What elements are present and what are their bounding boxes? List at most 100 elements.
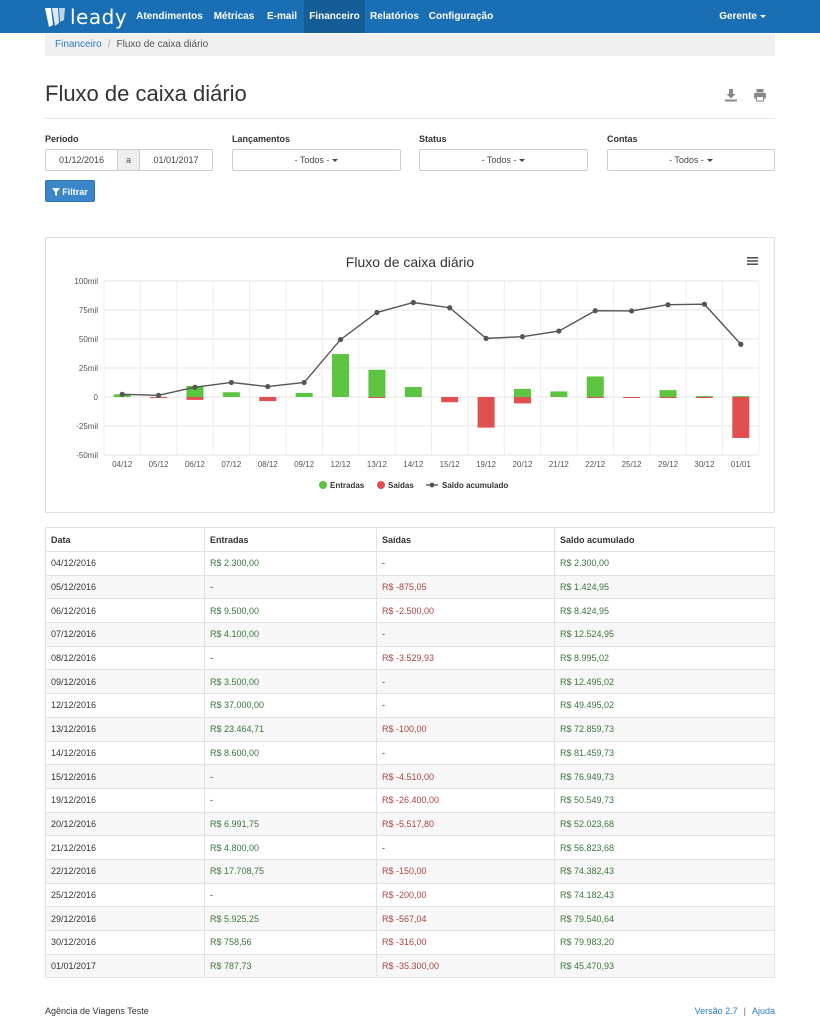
y-tick-label: 100mil — [74, 277, 98, 286]
footer-separator: | — [743, 1006, 746, 1016]
table-row: 20/12/2016 R$ 6.991,75 R$ -5.517,80 R$ 52.0… — [45, 811, 775, 837]
nav-configuracao[interactable]: Configuração — [424, 0, 498, 33]
x-tick-label: 13/12 — [367, 460, 388, 469]
cell-saidas: R$ -5.517,80 — [376, 811, 555, 837]
breadcrumb: Financeiro / Fluxo de caixa diário — [45, 34, 775, 56]
cell-saldo: R$ 49.495,02 — [554, 693, 775, 718]
cell-saldo: R$ 8.995,02 — [554, 645, 775, 671]
footer-help[interactable]: Ajuda — [752, 1006, 775, 1016]
cell-date: 05/12/2016 — [45, 574, 205, 600]
cell-date: 29/12/2016 — [45, 906, 205, 931]
nav-atendimentos[interactable]: Atendimentos — [131, 0, 208, 33]
periodo-separator: a — [117, 149, 140, 171]
saidas-bar — [623, 397, 641, 398]
saidas-bar — [695, 397, 713, 398]
cell-saidas: - — [376, 740, 555, 766]
cell-saldo: R$ 56.823,68 — [554, 835, 775, 860]
contas-label: Contas — [607, 134, 638, 144]
entradas-bar — [513, 388, 531, 397]
periodo-from-input[interactable]: 01/12/2016 — [45, 149, 118, 171]
saldo-point — [337, 336, 344, 343]
table-row: 21/12/2016 R$ 4.800,00- R$ 56.823,68 — [45, 835, 775, 860]
cell-saidas: - — [376, 835, 555, 860]
table-row: 09/12/2016 R$ 3.500,00- R$ 12.495,02 — [45, 669, 775, 695]
x-tick-label: 30/12 — [694, 460, 715, 469]
filter-icon — [52, 188, 61, 196]
lancamentos-select[interactable]: - Todos - — [232, 149, 401, 171]
nav-financeiro[interactable]: Financeiro — [304, 0, 365, 33]
cell-entradas: R$ 4.100,00 — [204, 622, 377, 647]
cell-saidas: R$ -4.510,00 — [376, 764, 555, 789]
x-tick-label: 25/12 — [622, 460, 643, 469]
cell-saldo: R$ 74.182,43 — [554, 882, 775, 908]
saldo-point — [592, 308, 598, 314]
cell-saldo: R$ 1.424,95 — [554, 574, 775, 600]
breadcrumb-current: Fluxo de caixa diário — [116, 39, 209, 50]
contas-value: - Todos - — [669, 155, 704, 165]
saidas-bar — [368, 397, 386, 398]
cell-saldo: R$ 81.459,73 — [554, 740, 775, 766]
cell-date: 01/01/2017 — [45, 953, 205, 979]
user-menu[interactable]: Gerente — [719, 0, 766, 33]
table-row: 13/12/2016 R$ 23.464,71 R$ -100,00 R$ 72.85… — [45, 716, 775, 742]
cell-saidas: R$ -26.400,00 — [376, 787, 555, 813]
nav-relatorios[interactable]: Relatórios — [365, 0, 424, 33]
cell-date: 08/12/2016 — [45, 645, 205, 671]
saidas-bar — [259, 397, 277, 402]
y-tick-label: 0 — [94, 393, 99, 402]
cell-date: 19/12/2016 — [45, 787, 205, 813]
cell-entradas: R$ 758,56 — [204, 930, 377, 955]
col-header-saidas: Saídas — [376, 527, 555, 552]
cell-entradas: R$ 3.500,00 — [204, 669, 377, 695]
periodo-to-input[interactable]: 01/01/2017 — [139, 149, 213, 171]
x-tick-label: 06/12 — [185, 460, 206, 469]
footer-links: Versão 2.7 | Ajuda — [695, 1006, 775, 1016]
saldo-point — [447, 305, 453, 311]
saldo-point — [119, 391, 125, 397]
x-tick-label: 09/12 — [294, 460, 315, 469]
cell-date: 30/12/2016 — [45, 930, 205, 955]
chart-panel: 100mil 75mil 50mil 25mil 0 -25mil -50mil 04/12 0… — [45, 237, 775, 513]
cell-entradas: R$ 8.600,00 — [204, 740, 377, 766]
cell-entradas: - — [204, 645, 377, 671]
saldo-point — [701, 301, 708, 307]
legend-saidas-label: Saídas — [388, 481, 414, 490]
download-icon[interactable] — [724, 88, 738, 102]
cell-saldo: R$ 45.470,93 — [554, 953, 775, 979]
x-tick-label: 29/12 — [658, 460, 679, 469]
footer-version[interactable]: Versão 2.7 — [695, 1006, 738, 1016]
cell-date: 21/12/2016 — [45, 835, 205, 860]
chevron-down-icon — [519, 159, 526, 163]
col-header-data: Data — [45, 527, 205, 552]
x-tick-label: 01/01 — [731, 460, 752, 469]
brand-logo[interactable]: leady — [43, 4, 127, 29]
cell-date: 13/12/2016 — [45, 716, 205, 742]
breadcrumb-separator: / — [107, 39, 111, 50]
cell-saldo: R$ 74.382,43 — [554, 858, 775, 884]
breadcrumb-financeiro[interactable]: Financeiro — [55, 39, 102, 50]
cell-saldo: R$ 76.949,73 — [554, 764, 775, 789]
nav-email[interactable]: E-mail — [260, 0, 304, 33]
table-row: 06/12/2016 R$ 9.500,00 R$ -2.500,00 R$ 8.42… — [45, 598, 775, 624]
hamburger-menu-icon[interactable] — [747, 256, 758, 266]
x-tick-label: 14/12 — [403, 460, 424, 469]
status-select[interactable]: - Todos - — [419, 149, 588, 171]
cell-entradas: R$ 9.500,00 — [204, 598, 377, 624]
saldo-point — [155, 392, 162, 398]
filter-button[interactable]: Filtrar — [45, 180, 95, 202]
legend-saldo-marker — [429, 482, 435, 488]
cell-saidas: R$ -316,00 — [376, 930, 555, 955]
saidas-bar — [659, 397, 677, 398]
cell-entradas: R$ 787,73 — [204, 953, 377, 979]
user-name: Gerente — [719, 11, 757, 22]
cell-saidas: R$ -35.300,00 — [376, 953, 555, 979]
legend-entradas-marker — [319, 481, 327, 489]
print-icon[interactable] — [753, 88, 767, 102]
nav-metricas[interactable]: Métricas — [208, 0, 260, 33]
entradas-bar — [732, 396, 750, 397]
x-tick-label: 05/12 — [149, 460, 170, 469]
title-divider — [45, 118, 775, 119]
y-tick-label: -25mil — [76, 422, 98, 431]
cell-entradas: - — [204, 764, 377, 789]
contas-select[interactable]: - Todos - — [607, 149, 775, 171]
